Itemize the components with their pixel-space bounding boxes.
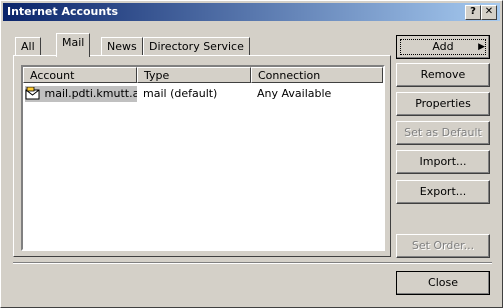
list-item-account[interactable]: mail.pdti.kmutt.ac...	[25, 86, 137, 102]
column-header-connection[interactable]: Connection	[251, 67, 383, 83]
tab-all[interactable]: All	[15, 37, 41, 56]
help-button[interactable]: ?	[465, 5, 481, 20]
tab-news[interactable]: News	[101, 37, 143, 56]
internet-accounts-dialog: Internet Accounts ? ✕ All Mail News Dire…	[0, 0, 503, 308]
set-order-button[interactable]: Set Order...	[396, 234, 490, 258]
export-button[interactable]: Export...	[396, 180, 490, 204]
add-button[interactable]: Add ▶	[396, 35, 490, 59]
import-button[interactable]: Import...	[396, 150, 490, 174]
close-window-button[interactable]: ✕	[481, 5, 497, 20]
close-button[interactable]: Close	[396, 271, 490, 295]
arrow-right-icon: ▶	[478, 42, 485, 52]
tab-directory-service[interactable]: Directory Service	[143, 37, 250, 56]
column-header-type[interactable]: Type	[137, 67, 251, 83]
title-bar: Internet Accounts ? ✕	[3, 3, 500, 21]
account-connection: Any Available	[257, 87, 332, 100]
accounts-list[interactable]: Account Type Connection mail.pdti.kmutt.…	[21, 65, 385, 251]
properties-button[interactable]: Properties	[396, 92, 490, 116]
account-name: mail.pdti.kmutt.ac...	[44, 87, 138, 100]
add-label: Add	[432, 40, 454, 53]
window-title: Internet Accounts	[7, 5, 119, 18]
divider	[13, 262, 492, 264]
remove-button[interactable]: Remove	[396, 63, 490, 87]
account-type: mail (default)	[143, 87, 218, 100]
set-as-default-button[interactable]: Set as Default	[396, 121, 490, 145]
mail-account-icon	[25, 86, 40, 100]
tab-mail[interactable]: Mail	[56, 33, 91, 57]
column-header-account[interactable]: Account	[23, 67, 137, 83]
